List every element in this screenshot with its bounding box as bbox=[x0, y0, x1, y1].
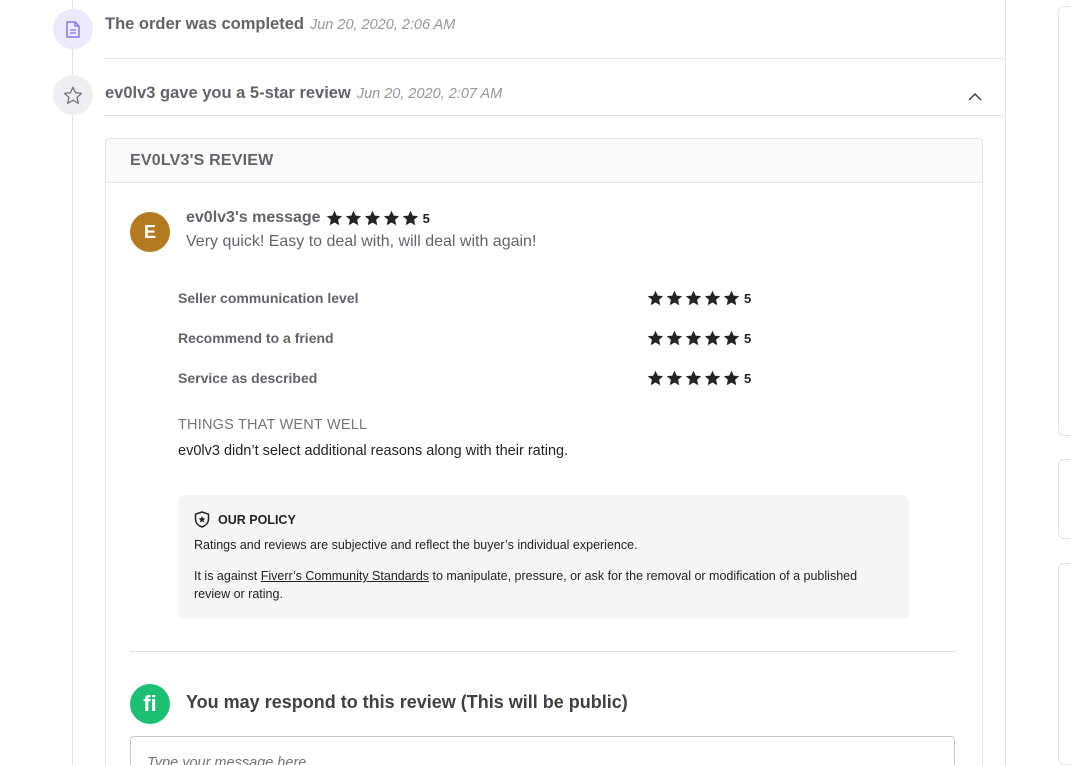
sidebar-card bbox=[1058, 6, 1071, 436]
fiverr-logo: fi bbox=[130, 684, 170, 724]
star-icon bbox=[402, 210, 418, 226]
star-icon bbox=[364, 210, 380, 226]
went-well-heading: THINGS THAT WENT WELL bbox=[178, 417, 368, 433]
event-review: ev0lv3 gave you a 5-star review Jun 20, 2… bbox=[105, 84, 502, 103]
policy-text: It is against Fiverr’s Community Standar… bbox=[194, 567, 894, 603]
overall-rating-stars bbox=[326, 210, 421, 226]
review-panel: EV0LV3'S REVIEW E ev0lv3's message 5 Ver… bbox=[105, 138, 983, 765]
policy-text: Ratings and reviews are subjective and r… bbox=[194, 538, 638, 552]
document-icon bbox=[53, 9, 93, 49]
rating-row-service: Service as described 5 bbox=[178, 370, 778, 390]
star-outline-icon bbox=[53, 75, 93, 115]
rating-score: 5 bbox=[744, 330, 752, 346]
sidebar-card bbox=[1058, 563, 1071, 765]
star-icon bbox=[383, 210, 399, 226]
respond-title: You may respond to this review (This wil… bbox=[186, 692, 628, 712]
event-title: ev0lv3 gave you a 5-star review bbox=[105, 84, 351, 102]
policy-text-before: It is against bbox=[194, 569, 261, 583]
policy-title: OUR POLICY bbox=[194, 511, 296, 528]
star-icon bbox=[666, 290, 683, 306]
avatar: E bbox=[130, 212, 170, 252]
review-header: EV0LV3'S REVIEW bbox=[106, 139, 982, 183]
divider bbox=[130, 651, 957, 652]
shield-icon bbox=[194, 511, 210, 528]
rating-label: Recommend to a friend bbox=[178, 330, 334, 346]
order-timeline-page: The order was completed Jun 20, 2020, 2:0… bbox=[0, 0, 1071, 765]
rating-score: 5 bbox=[744, 370, 752, 386]
star-icon bbox=[647, 330, 664, 346]
rating-stars: 5 bbox=[647, 290, 751, 306]
rating-label: Seller communication level bbox=[178, 290, 359, 306]
community-standards-link[interactable]: Fiverr’s Community Standards bbox=[261, 569, 429, 583]
policy-box: OUR POLICY Ratings and reviews are subje… bbox=[178, 495, 909, 619]
star-icon bbox=[704, 330, 721, 346]
star-icon bbox=[647, 290, 664, 306]
rating-label: Service as described bbox=[178, 370, 318, 386]
rating-stars: 5 bbox=[647, 330, 751, 346]
star-icon bbox=[326, 210, 342, 226]
went-well-text: ev0lv3 didn’t select additional reasons … bbox=[178, 443, 569, 459]
star-icon bbox=[345, 210, 361, 226]
star-icon bbox=[666, 330, 683, 346]
star-icon bbox=[685, 370, 702, 386]
divider bbox=[104, 58, 1006, 59]
review-message-header: ev0lv3's message 5 bbox=[186, 209, 430, 227]
star-rating bbox=[647, 290, 742, 306]
star-icon bbox=[685, 330, 702, 346]
event-date: Jun 20, 2020, 2:07 AM bbox=[356, 86, 503, 102]
rating-row-recommend: Recommend to a friend 5 bbox=[178, 330, 778, 350]
event-title: The order was completed bbox=[105, 15, 304, 33]
policy-title-text: OUR POLICY bbox=[218, 512, 296, 527]
chevron-up-icon[interactable] bbox=[966, 90, 984, 104]
star-icon bbox=[666, 370, 683, 386]
rating-stars: 5 bbox=[647, 370, 751, 386]
star-rating bbox=[647, 370, 742, 386]
event-date: Jun 20, 2020, 2:06 AM bbox=[309, 17, 456, 33]
message-label: ev0lv3's message bbox=[186, 209, 321, 226]
rating-score: 5 bbox=[744, 290, 752, 306]
star-icon bbox=[723, 330, 740, 346]
star-rating bbox=[647, 330, 742, 346]
star-icon bbox=[647, 370, 664, 386]
star-icon bbox=[723, 290, 740, 306]
divider bbox=[104, 115, 1006, 116]
star-icon bbox=[704, 290, 721, 306]
star-icon bbox=[685, 290, 702, 306]
star-icon bbox=[704, 370, 721, 386]
rating-row-communication: Seller communication level 5 bbox=[178, 290, 778, 310]
review-message-text: Very quick! Easy to deal with, will deal… bbox=[186, 233, 537, 250]
response-input[interactable] bbox=[130, 736, 955, 765]
sidebar-card bbox=[1058, 459, 1071, 539]
star-icon bbox=[723, 370, 740, 386]
overall-score: 5 bbox=[422, 210, 430, 226]
event-completed: The order was completed Jun 20, 2020, 2:0… bbox=[105, 15, 455, 34]
